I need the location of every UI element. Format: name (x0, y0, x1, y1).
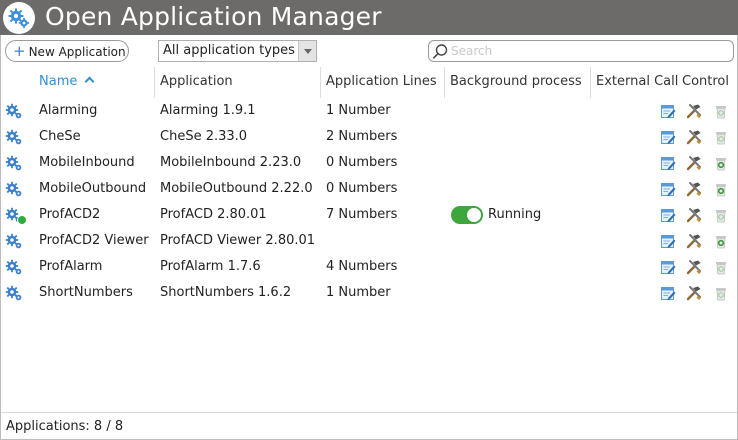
sort-ascending-icon (84, 76, 95, 87)
cell-name: Alarming (39, 103, 98, 118)
cell-application: Alarming 1.9.1 (160, 103, 256, 118)
application-type-selected: All application types (163, 43, 295, 58)
search-icon (432, 44, 448, 59)
edit-settings-icon[interactable] (660, 155, 676, 171)
table-row[interactable]: ProfACD2 ProfACD 2.80.01 7 Numbers Runni… (0, 202, 738, 228)
tools-icon[interactable] (686, 155, 702, 171)
toolbar: + New Application All application types (0, 35, 738, 67)
trash-icon[interactable] (713, 207, 729, 223)
application-gear-icon (5, 233, 22, 249)
column-header-control[interactable]: Control (682, 67, 729, 98)
edit-settings-icon[interactable] (660, 285, 676, 301)
cell-application-lines: 0 Numbers (326, 155, 398, 170)
cell-name: ShortNumbers (39, 285, 133, 300)
column-header-lines-label: Application Lines (326, 74, 437, 89)
application-gear-icon (5, 155, 22, 171)
cell-name: ProfACD2 (39, 207, 101, 222)
cell-application-lines: 7 Numbers (326, 207, 398, 222)
tools-icon[interactable] (686, 207, 702, 223)
cell-application-lines: 2 Numbers (326, 129, 398, 144)
cell-application: MobileInbound 2.23.0 (160, 155, 302, 170)
toggle-knob (467, 208, 481, 222)
application-gear-icon (5, 103, 22, 119)
column-header-background-process[interactable]: Background process (444, 67, 582, 98)
search-box[interactable] (428, 40, 734, 62)
application-gear-icon (5, 259, 22, 275)
column-header-application[interactable]: Application (154, 67, 233, 98)
window-title: Open Application Manager (45, 2, 382, 31)
table-row[interactable]: Alarming Alarming 1.9.1 1 Number (0, 98, 738, 124)
column-header-external-call[interactable]: External Call (590, 67, 678, 98)
search-input[interactable] (451, 42, 729, 60)
chevron-down-icon[interactable] (298, 41, 316, 61)
table-header: Name Application Application Lines Backg… (0, 67, 738, 98)
cell-name: MobileOutbound (39, 181, 147, 196)
tools-icon[interactable] (686, 103, 702, 119)
new-application-label: New Application (28, 45, 126, 59)
edit-settings-icon[interactable] (660, 233, 676, 249)
table-row[interactable]: ProfAlarm ProfAlarm 1.7.6 4 Numbers (0, 254, 738, 280)
cell-application: ShortNumbers 1.6.2 (160, 285, 292, 300)
cell-name: CheSe (39, 129, 81, 144)
column-header-name[interactable]: Name (39, 67, 95, 98)
cell-application-lines: 1 Number (326, 103, 391, 118)
tools-icon[interactable] (686, 129, 702, 145)
title-bar: Open Application Manager (0, 0, 738, 35)
running-status-dot (17, 215, 27, 225)
cell-name: MobileInbound (39, 155, 135, 170)
trash-icon[interactable] (713, 259, 729, 275)
table-row[interactable]: CheSe CheSe 2.33.0 2 Numbers (0, 124, 738, 150)
trash-icon[interactable] (713, 285, 729, 301)
applications-count: Applications: 8 / 8 (6, 419, 124, 434)
edit-settings-icon[interactable] (660, 129, 676, 145)
column-header-control-label: Control (682, 74, 729, 89)
tools-icon[interactable] (686, 181, 702, 197)
tools-icon[interactable] (686, 233, 702, 249)
trash-icon[interactable] (713, 155, 729, 171)
application-gear-icon (5, 181, 22, 197)
trash-icon[interactable] (713, 103, 729, 119)
gear-cluster-icon (3, 2, 35, 34)
cell-application: CheSe 2.33.0 (160, 129, 248, 144)
trash-icon[interactable] (713, 181, 729, 197)
application-gear-icon (5, 285, 22, 301)
cell-application: ProfACD 2.80.01 (160, 207, 267, 222)
plus-icon: + (13, 42, 26, 60)
column-header-external-call-label: External Call (596, 74, 679, 89)
background-process-status: Running (488, 207, 542, 222)
column-header-background-label: Background process (450, 74, 582, 89)
tools-icon[interactable] (686, 285, 702, 301)
cell-application: ProfAlarm 1.7.6 (160, 259, 261, 274)
cell-name: ProfACD2 Viewer (39, 233, 149, 248)
trash-icon[interactable] (713, 233, 729, 249)
status-bar: Applications: 8 / 8 (0, 412, 738, 440)
cell-application: MobileOutbound 2.22.0 (160, 181, 313, 196)
edit-settings-icon[interactable] (660, 259, 676, 275)
column-header-application-label: Application (160, 74, 233, 89)
new-application-button[interactable]: + New Application (5, 40, 129, 62)
table-row[interactable]: ProfACD2 Viewer ProfACD Viewer 2.80.01 (0, 228, 738, 254)
application-gear-icon (5, 129, 22, 145)
trash-icon[interactable] (713, 129, 729, 145)
cell-application-lines: 4 Numbers (326, 259, 398, 274)
edit-settings-icon[interactable] (660, 103, 676, 119)
cell-application-lines: 1 Number (326, 285, 391, 300)
cell-application: ProfACD Viewer 2.80.01 (160, 233, 316, 248)
table-row[interactable]: MobileOutbound MobileOutbound 2.22.0 0 N… (0, 176, 738, 202)
table-row[interactable]: MobileInbound MobileInbound 2.23.0 0 Num… (0, 150, 738, 176)
application-type-select[interactable]: All application types (158, 40, 317, 62)
edit-settings-icon[interactable] (660, 181, 676, 197)
cell-application-lines: 0 Numbers (326, 181, 398, 196)
column-header-name-label: Name (39, 74, 78, 89)
background-process-toggle[interactable] (451, 206, 483, 224)
table-row[interactable]: ShortNumbers ShortNumbers 1.6.2 1 Number (0, 280, 738, 306)
tools-icon[interactable] (686, 259, 702, 275)
column-header-application-lines[interactable]: Application Lines (320, 67, 437, 98)
cell-name: ProfAlarm (39, 259, 103, 274)
edit-settings-icon[interactable] (660, 207, 676, 223)
